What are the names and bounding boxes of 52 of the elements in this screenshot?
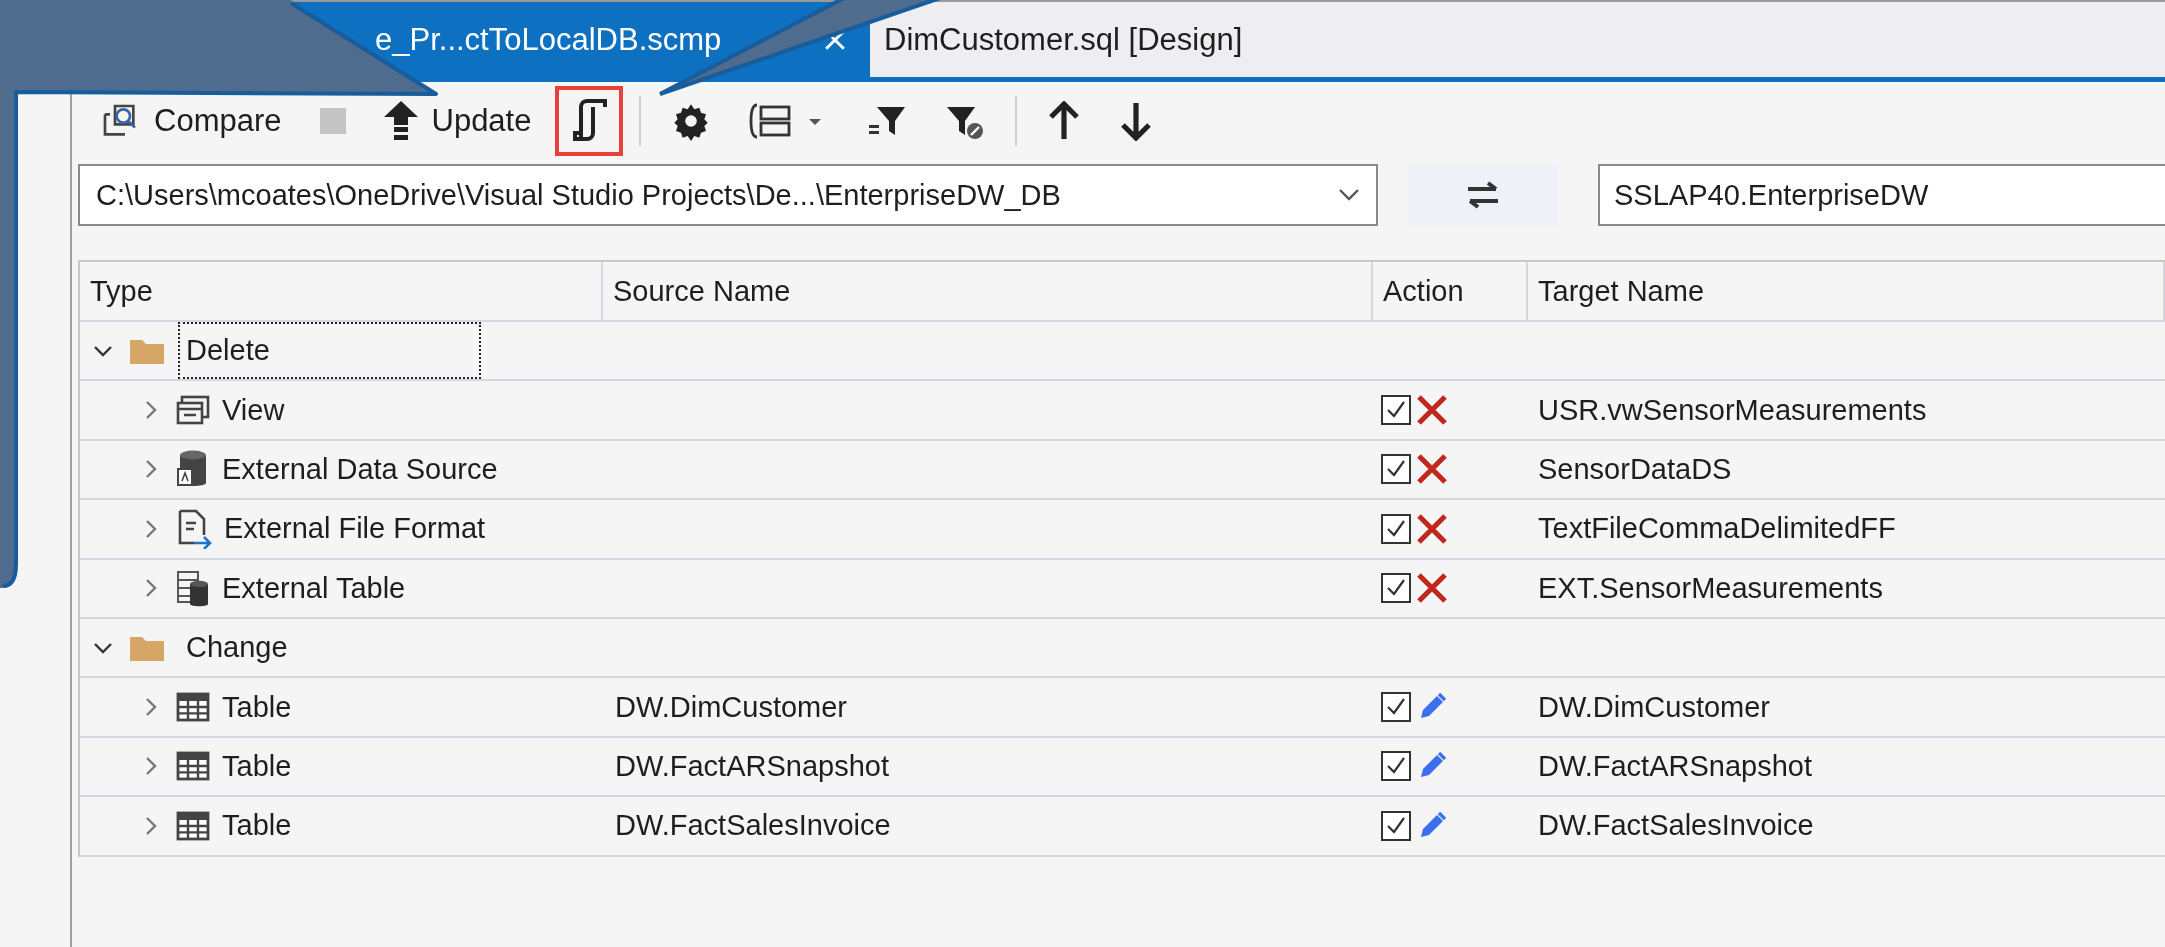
action-checkbox[interactable] — [1381, 454, 1411, 485]
type-text: External Data Source — [222, 452, 498, 486]
stop-icon — [319, 108, 346, 134]
type-text: Table — [222, 749, 292, 783]
target-name-text: DW.FactARSnapshot — [1538, 749, 1812, 783]
action-checkbox[interactable] — [1381, 573, 1411, 604]
target-name-text: SensorDataDS — [1538, 452, 1732, 486]
source-name-text: DW.DimCustomer — [615, 690, 847, 724]
toolbar-button[interactable]: Update — [369, 86, 546, 156]
upload-arrow-icon — [383, 101, 418, 141]
delete-x-icon — [1417, 573, 1447, 604]
action-checkbox[interactable] — [1381, 751, 1411, 782]
source-name-text: DW.FactARSnapshot — [615, 749, 889, 783]
action-checkbox[interactable] — [1381, 692, 1411, 723]
toolbar-button[interactable]: Compare — [86, 86, 296, 156]
type-text: Table — [222, 809, 292, 843]
table-icon — [176, 810, 210, 841]
column-header[interactable]: Type — [80, 262, 603, 320]
target-name-text: EXT.SensorMeasurements — [1538, 571, 1883, 605]
swap-arrows-icon — [1466, 181, 1500, 209]
table-icon — [176, 751, 210, 782]
chevron-down-icon — [1338, 188, 1360, 202]
target-field[interactable]: SSLAP40.EnterpriseDW — [1598, 164, 2165, 226]
type-text: External Table — [222, 571, 406, 605]
action-checkbox[interactable] — [1381, 810, 1411, 841]
delete-x-icon — [1417, 395, 1447, 426]
target-name-text: USR.vwSensorMeasurements — [1538, 393, 1927, 427]
file-arrow-icon — [176, 508, 212, 549]
toolbar-button[interactable] — [555, 86, 624, 156]
column-header[interactable]: Source Name — [603, 262, 1373, 320]
action-checkbox[interactable] — [1381, 513, 1411, 544]
target-name-text: DW.DimCustomer — [1538, 690, 1770, 724]
target-name-text: DW.FactSalesInvoice — [1538, 809, 1814, 843]
column-header[interactable]: Target Name — [1528, 262, 2165, 320]
type-text: External File Format — [224, 512, 486, 546]
table-cylinder-icon — [176, 568, 210, 609]
source-name-text: DW.FactSalesInvoice — [615, 809, 891, 843]
column-header[interactable]: Action — [1373, 262, 1528, 320]
group-label[interactable]: Delete — [178, 322, 481, 380]
source-path-dropdown[interactable]: C:\Users\mcoates\OneDrive\Visual Studio Projects\De...\EnterpriseDW_DB — [78, 164, 1378, 226]
window-icon — [176, 395, 210, 426]
action-checkbox[interactable] — [1381, 395, 1411, 426]
type-text: Table — [222, 690, 292, 724]
delete-x-icon — [1417, 454, 1447, 485]
table-icon — [176, 692, 210, 723]
group-label[interactable]: Change — [178, 618, 296, 677]
down-arrow-icon — [1119, 101, 1154, 141]
type-text: View — [222, 393, 285, 427]
delete-x-icon — [1417, 513, 1447, 544]
swap-button[interactable] — [1408, 164, 1558, 226]
target-name-text: TextFileCommaDelimitedFF — [1538, 512, 1896, 546]
document-tab[interactable]: DimCustomer.sql [Design] — [870, 2, 1267, 77]
